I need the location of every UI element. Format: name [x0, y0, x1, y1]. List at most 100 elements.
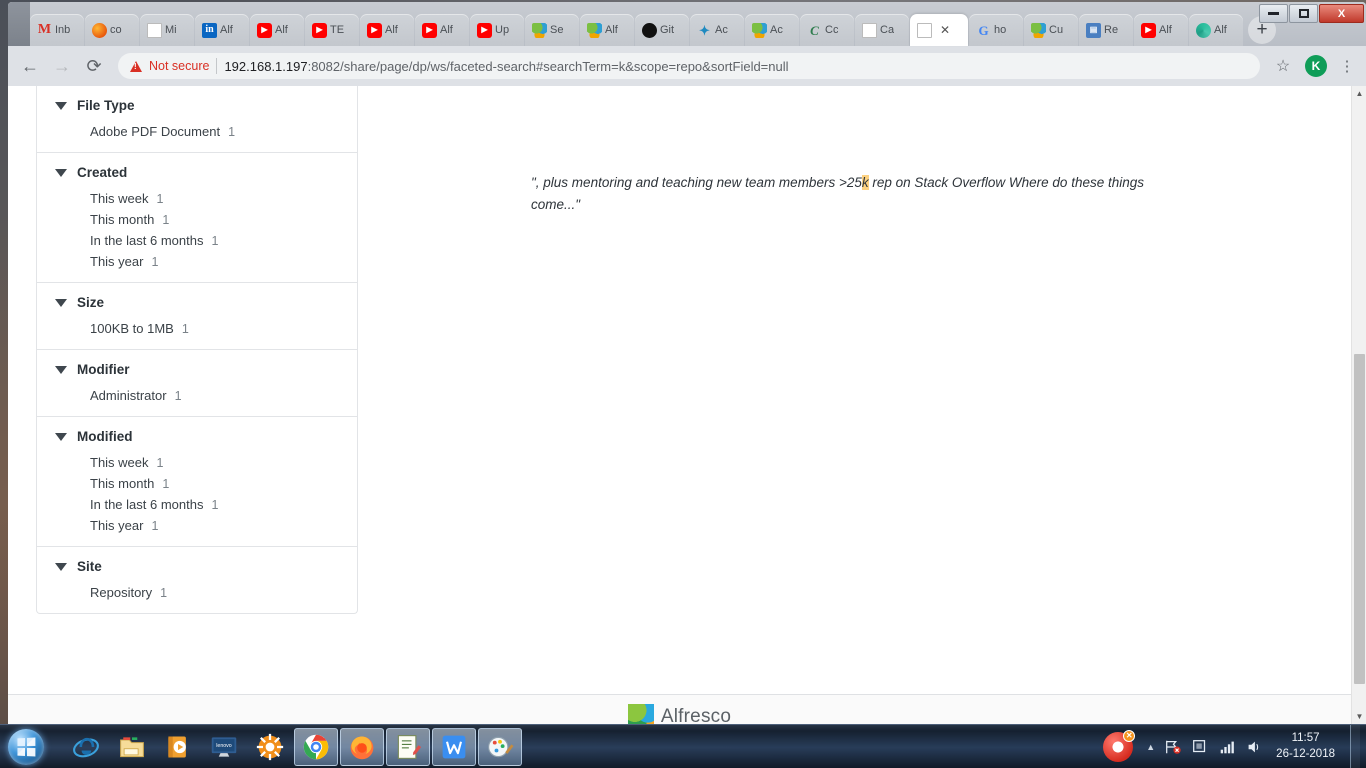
taskbar-notepad-editor[interactable]: [386, 727, 430, 766]
chevron-down-icon[interactable]: [55, 365, 67, 374]
browser-tab[interactable]: Mi: [140, 14, 194, 46]
tab-title: Cc: [825, 24, 839, 36]
browser-tab[interactable]: Ca: [855, 14, 909, 46]
browser-tab[interactable]: ✕: [910, 14, 968, 46]
browser-tab[interactable]: ▶ TE: [305, 14, 359, 46]
tray-app-icon[interactable]: ✕: [1103, 729, 1136, 762]
taskbar-clock[interactable]: 11:57 26-12-2018: [1272, 731, 1341, 762]
lenovo-app-icon: lenovo: [210, 733, 238, 761]
browser-tab[interactable]: Alf: [580, 14, 634, 46]
facet-header[interactable]: Created: [37, 163, 357, 188]
browser-tab[interactable]: ▤ Re: [1079, 14, 1133, 46]
taskbar-internet-explorer[interactable]: [64, 728, 108, 766]
taskbar-google-chrome[interactable]: [294, 727, 338, 766]
browser-tab[interactable]: Alf: [1189, 14, 1243, 46]
browser-tab[interactable]: ▶ Alf: [250, 14, 304, 46]
taskbar-lenovo-app[interactable]: lenovo: [202, 728, 246, 766]
taskbar-ms-paint[interactable]: [478, 727, 522, 766]
reload-icon[interactable]: ⟳: [80, 52, 108, 80]
browser-tab[interactable]: C Cc: [800, 14, 854, 46]
facet-item[interactable]: In the last 6 months 1: [37, 230, 357, 251]
address-bar[interactable]: Not secure 192.168.1.197:8082/share/page…: [118, 53, 1260, 79]
browser-toolbar: ← → ⟳ Not secure 192.168.1.197:8082/shar…: [8, 46, 1366, 86]
network-status-icon[interactable]: [1164, 738, 1182, 756]
tab-title: Inb: [55, 24, 71, 36]
alfresco-icon: [532, 22, 547, 38]
facet-header[interactable]: Modifier: [37, 360, 357, 385]
browser-tab[interactable]: Git: [635, 14, 689, 46]
facet-header[interactable]: Size: [37, 293, 357, 318]
browser-tab[interactable]: in Alf: [195, 14, 249, 46]
scrollbar-thumb[interactable]: [1354, 354, 1365, 684]
bookmark-star-icon[interactable]: ☆: [1270, 56, 1296, 76]
browser-tab[interactable]: co: [85, 14, 139, 46]
url-text: 192.168.1.197:8082/share/page/dp/ws/face…: [224, 59, 788, 74]
browser-tab[interactable]: Cu: [1024, 14, 1078, 46]
facet-item[interactable]: This year 1: [37, 251, 357, 272]
chevron-down-icon[interactable]: [55, 298, 67, 307]
browser-tab[interactable]: ▶ Alf: [415, 14, 469, 46]
page-scrollbar[interactable]: ▲ ▼: [1351, 86, 1366, 724]
facet-block: File Type Adobe PDF Document 1: [36, 86, 358, 153]
scroll-up-icon[interactable]: ▲: [1352, 86, 1366, 101]
minimize-button[interactable]: [1259, 4, 1288, 23]
facet-item[interactable]: This week 1: [37, 188, 357, 209]
maximize-button[interactable]: [1289, 4, 1318, 23]
tray-expand-icon[interactable]: ▲: [1146, 742, 1155, 752]
facet-item[interactable]: Administrator 1: [37, 385, 357, 406]
forward-icon[interactable]: →: [48, 52, 76, 80]
back-icon[interactable]: ←: [16, 52, 44, 80]
facet-header[interactable]: File Type: [37, 96, 357, 121]
taskbar-media-player[interactable]: [156, 728, 200, 766]
facet-item-label: Adobe PDF Document: [90, 124, 221, 139]
chrome-menu-icon[interactable]: ⋮: [1336, 59, 1358, 74]
omnibox-divider: [216, 58, 218, 74]
tab-title: Re: [1104, 24, 1119, 36]
close-window-button[interactable]: X: [1319, 4, 1364, 23]
gmail-icon: M: [37, 22, 52, 37]
google-chrome-icon: [302, 733, 330, 761]
facet-item[interactable]: In the last 6 months 1: [37, 494, 357, 515]
browser-tab[interactable]: Se: [525, 14, 579, 46]
signal-strength-icon[interactable]: [1218, 738, 1236, 756]
facet-header[interactable]: Site: [37, 557, 357, 582]
browser-tab[interactable]: ✦ Ac: [690, 14, 744, 46]
chevron-down-icon[interactable]: [55, 562, 67, 571]
notepad-editor-icon: [394, 733, 422, 761]
browser-tab[interactable]: Gho: [969, 14, 1023, 46]
volume-icon[interactable]: [1245, 738, 1263, 756]
chevron-down-icon[interactable]: [55, 168, 67, 177]
facet-item[interactable]: 100KB to 1MB 1: [37, 318, 357, 339]
alfresco-icon: [587, 22, 602, 38]
facet-header[interactable]: Modified: [37, 427, 357, 452]
taskbar-mozilla-firefox[interactable]: [340, 727, 384, 766]
facet-item[interactable]: Repository 1: [37, 582, 357, 603]
facet-item[interactable]: This month 1: [37, 473, 357, 494]
facet-item-count: 1: [181, 322, 189, 336]
browser-tab[interactable]: M Inb: [30, 14, 84, 46]
facet-item[interactable]: Adobe PDF Document 1: [37, 121, 357, 142]
start-button[interactable]: [2, 727, 50, 767]
chevron-down-icon[interactable]: [55, 101, 67, 110]
chevron-down-icon[interactable]: [55, 432, 67, 441]
facet-item[interactable]: This year 1: [37, 515, 357, 536]
browser-tab[interactable]: ▶ Alf: [360, 14, 414, 46]
profile-avatar[interactable]: K: [1305, 55, 1327, 77]
facet-item[interactable]: This month 1: [37, 209, 357, 230]
action-center-icon[interactable]: [1191, 738, 1209, 756]
tab-title: Alf: [275, 24, 288, 36]
network-disconnected-icon: [1166, 740, 1181, 754]
document-icon: [147, 22, 162, 38]
show-desktop-button[interactable]: [1350, 725, 1360, 768]
windows-taskbar: lenovo ✕ ▲ 11:57 26-12-2018: [0, 724, 1366, 768]
facet-item[interactable]: This week 1: [37, 452, 357, 473]
taskbar-settings-wheel[interactable]: [248, 728, 292, 766]
chrome-browser-window: M Inb co Mi in Alf ▶ Alf ▶ TE ▶ Alf ▶ Alf ▶ Up Se Alf Git ✦…: [8, 2, 1366, 724]
browser-tab[interactable]: ▶ Alf: [1134, 14, 1188, 46]
taskbar-wps-writer[interactable]: [432, 727, 476, 766]
scroll-down-icon[interactable]: ▼: [1352, 709, 1366, 724]
browser-tab[interactable]: Ac: [745, 14, 799, 46]
browser-tab[interactable]: ▶ Up: [470, 14, 524, 46]
tab-close-icon[interactable]: ✕: [940, 24, 950, 36]
taskbar-file-explorer[interactable]: [110, 728, 154, 766]
